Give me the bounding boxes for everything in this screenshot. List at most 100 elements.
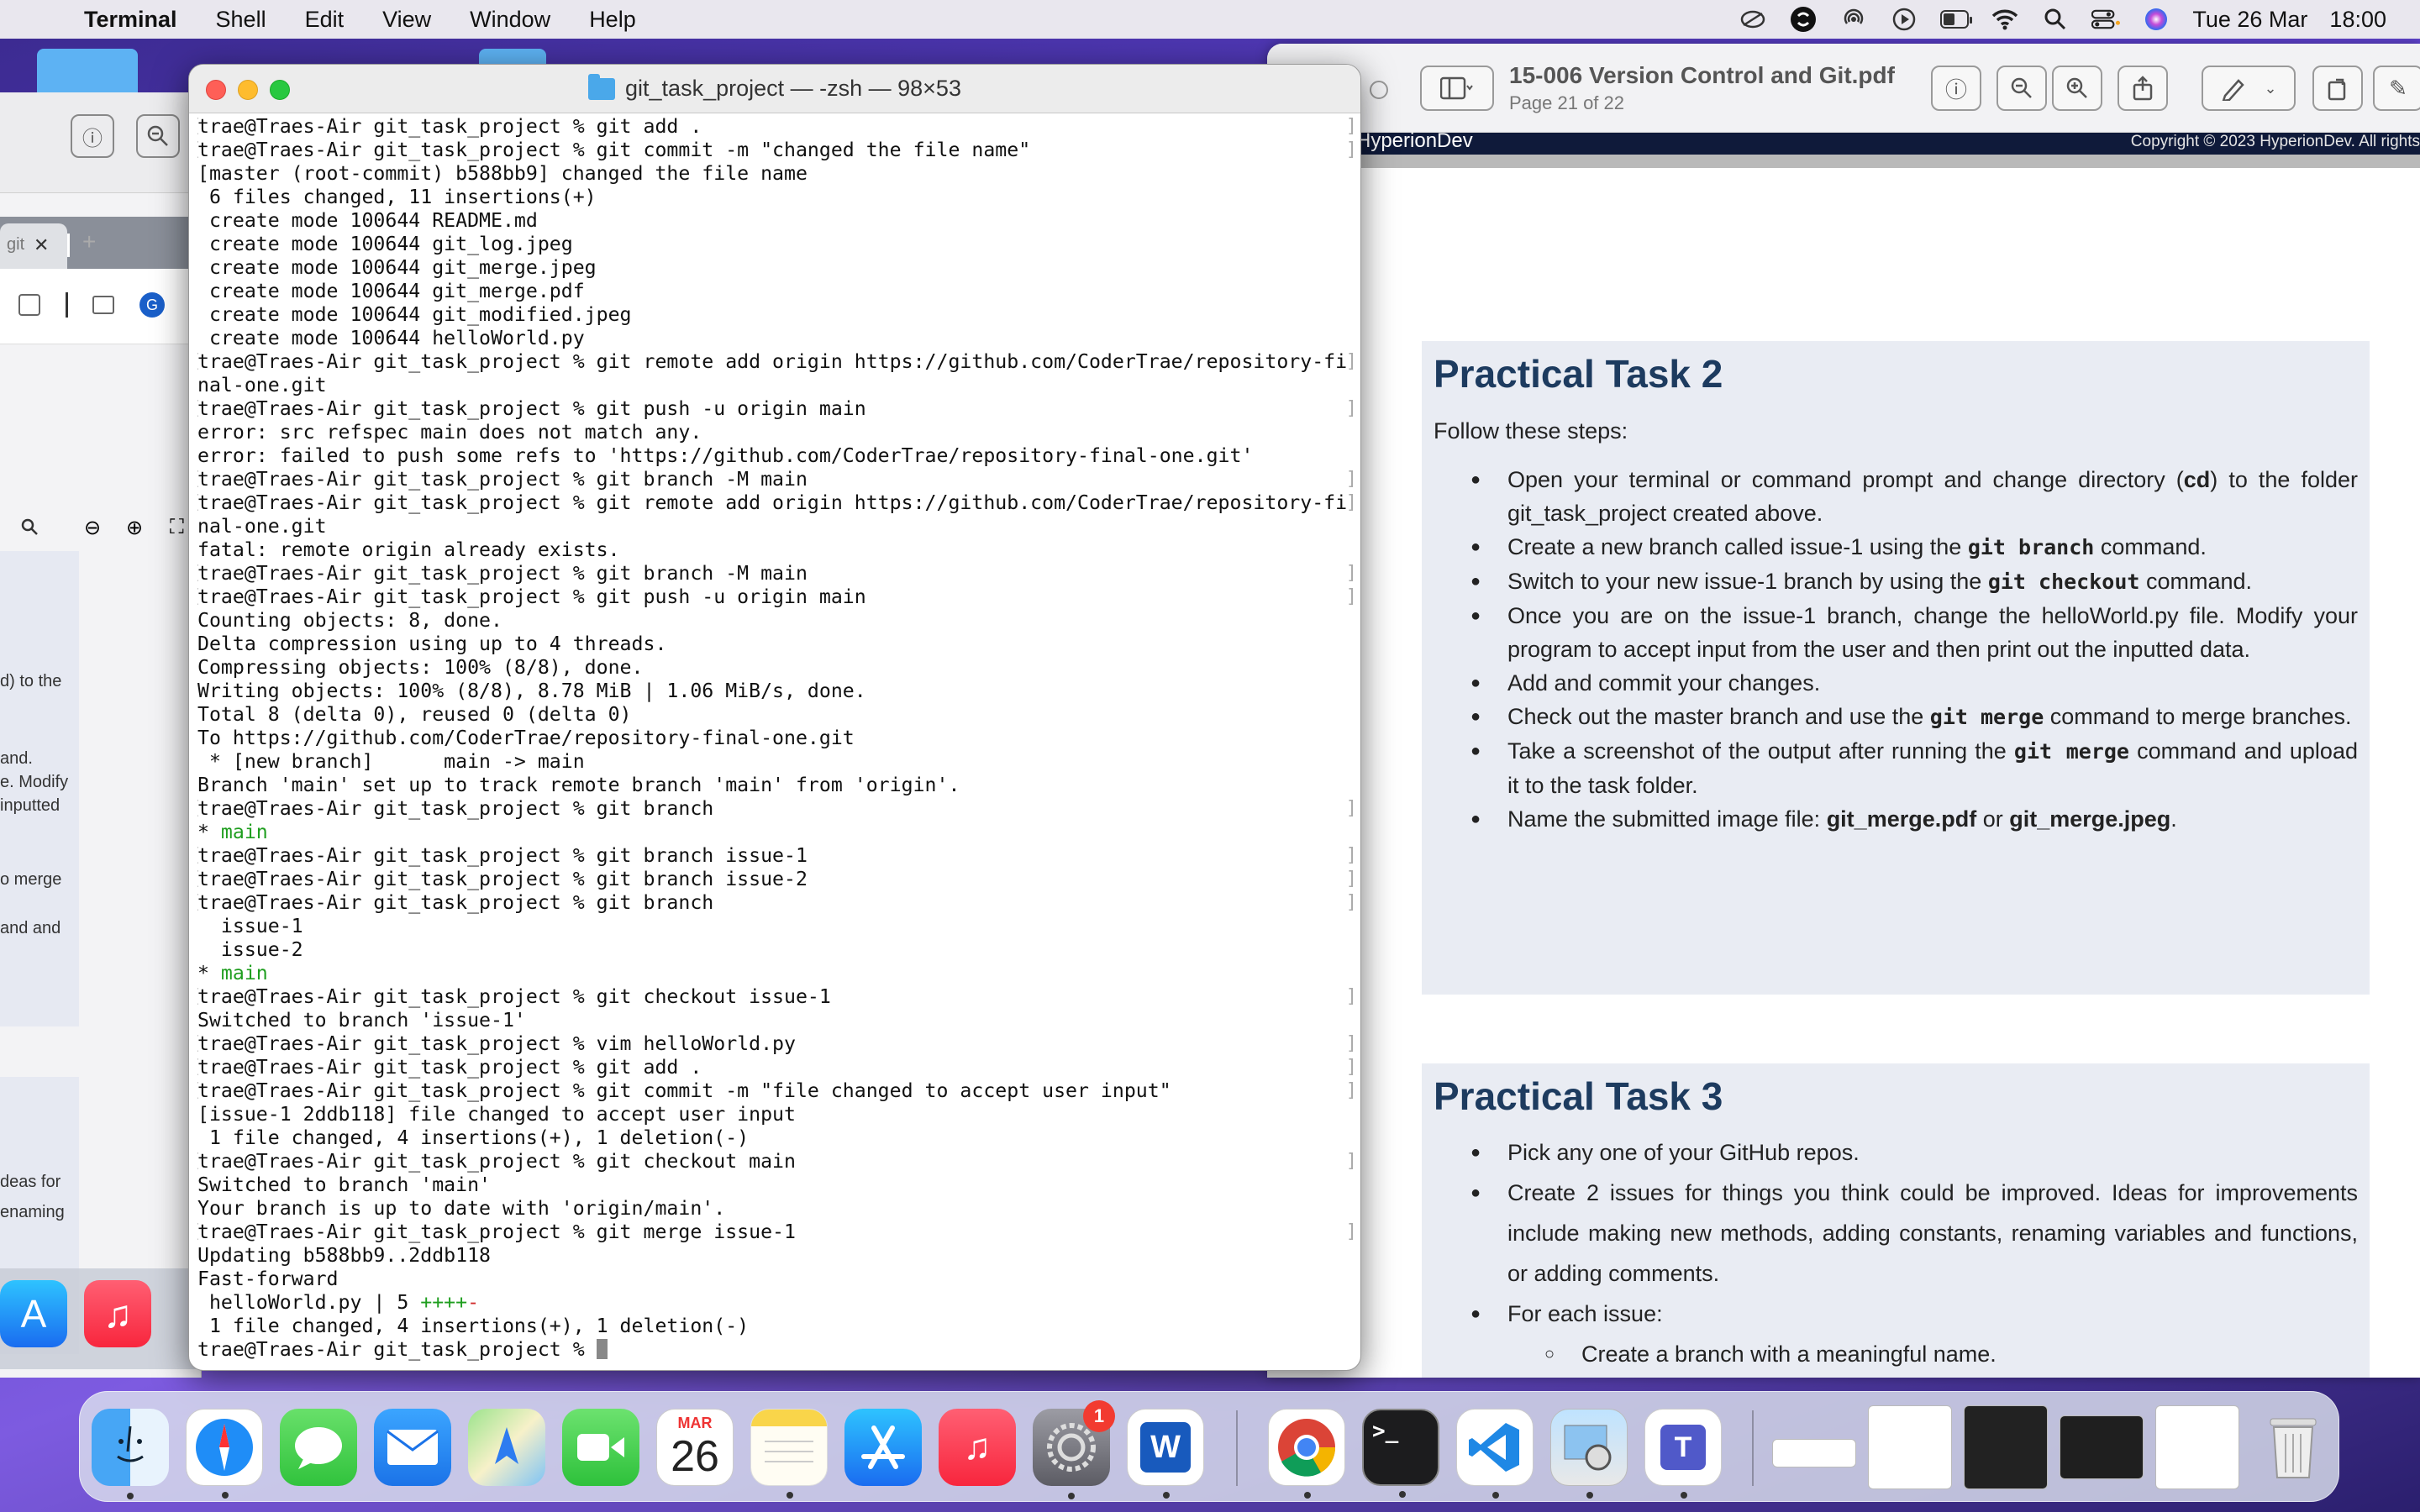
terminal-output-line: Your branch is up to date with 'origin/m… [197,1197,726,1220]
background-browser-window: ⓘ git ✕ + G ⊖ ⊕ ⛶ d) to the and. e. Modif… [0,92,202,1378]
toolbar-divider [66,292,68,318]
notification-badge: 1 [1083,1400,1115,1432]
now-playing-icon[interactable] [1890,7,1918,32]
system-settings-icon[interactable]: 1 [1033,1400,1115,1499]
menu-shell[interactable]: Shell [216,7,266,33]
extensions-icon[interactable] [18,294,40,316]
doc-fragment: inputted [0,796,60,815]
list-item: For each issue: [1434,1294,2358,1334]
facetime-icon[interactable] [562,1409,639,1486]
control-center-icon[interactable] [2091,7,2121,32]
terminal-output-line: create mode 100644 helloWorld.py [197,327,585,349]
finder-icon[interactable] [92,1409,169,1499]
profile-avatar[interactable]: G [139,292,165,318]
share-icon[interactable] [2118,66,2168,111]
zoom-in-icon[interactable] [2052,66,2102,111]
screen-mirror-icon[interactable] [1739,7,1767,32]
messages-icon[interactable] [280,1409,357,1486]
terminal-output[interactable]: trae@Traes-Air git_task_project % git ad… [189,113,1360,1370]
list-item: Take a screenshot of the output after ru… [1434,734,2358,802]
siri-icon[interactable] [2142,7,2170,32]
music-icon[interactable]: ♫ [84,1280,151,1347]
app-status-icon[interactable] [1789,7,1818,32]
app-store-icon[interactable]: A [0,1280,67,1347]
list-item: Once you are on the issue-1 branch, chan… [1434,599,2358,666]
preview-app-icon[interactable] [1550,1409,1628,1499]
desktop-folder-icon[interactable] [37,49,138,99]
terminal-titlebar[interactable]: git_task_project — -zsh — 98×53 [189,65,1360,113]
list-item: Check out the master branch and use the … [1434,700,2358,734]
calendar-icon[interactable]: MAR 26 [656,1409,734,1486]
terminal-command-line: trae@Traes-Air git_task_project % vim he… [197,1032,1354,1056]
highlight-icon[interactable]: ✎ [2373,66,2420,111]
menubar-date[interactable]: Tue 26 Mar [2192,7,2307,33]
menu-help[interactable]: Help [589,7,636,33]
close-button[interactable] [206,80,226,100]
markup-icon[interactable]: ⌄ [2202,66,2296,111]
doc-fragment: e. Modify [0,773,69,791]
info-icon[interactable]: ⓘ [1931,66,1981,111]
chrome-icon[interactable] [1268,1409,1345,1499]
chevron-down-icon[interactable]: ⌄ [2264,80,2276,97]
safari-icon[interactable] [186,1409,263,1499]
terminal-output-line: Updating b588bb9..2ddb118 [197,1244,492,1267]
browser-tab[interactable]: git ✕ [0,223,67,269]
terminal-app-icon[interactable]: >_ [1362,1409,1439,1498]
battery-icon[interactable] [1940,7,1973,32]
close-icon[interactable]: ✕ [34,234,49,256]
zoom-out-icon[interactable] [1996,66,2047,111]
copyright-text: Copyright © 2023 HyperionDev. All rights [2130,133,2420,150]
zoom-in-icon[interactable]: ⊕ [126,516,143,540]
menu-window[interactable]: Window [470,7,550,33]
search-icon[interactable] [20,517,39,541]
word-icon[interactable]: W [1127,1409,1204,1499]
pdf-toolbar: ⊖ ⊕ ⛶ [0,512,202,546]
zoom-out-icon[interactable] [136,114,180,158]
terminal-command-line: trae@Traes-Air git_task_project % git re… [197,491,1354,515]
text-cursor [596,1339,608,1359]
minimized-window-thumbnail[interactable] [2155,1405,2239,1489]
zoom-button[interactable] [270,80,290,100]
doc-fragment: d) to the [0,672,62,690]
spotlight-search-icon[interactable] [2041,7,2070,32]
page-indicator: Page 21 of 22 [1509,92,1625,113]
rotate-icon[interactable] [2312,66,2363,111]
vscode-icon[interactable] [1456,1409,1534,1499]
info-icon[interactable]: ⓘ [71,114,114,158]
new-tab-icon[interactable]: + [82,228,96,255]
terminal-output-line: issue-1 [197,915,303,937]
sidebar-toggle-icon[interactable] [1420,66,1494,111]
teams-icon[interactable]: T [1644,1409,1722,1499]
trash-icon[interactable] [2254,1409,2332,1486]
menubar-time[interactable]: 18:00 [2329,7,2386,33]
terminal-output-line: fatal: remote origin already exists. [197,538,620,561]
terminal-output-line: [master (root-commit) b588bb9] changed t… [197,162,808,185]
maps-icon[interactable] [468,1409,545,1486]
menu-edit[interactable]: Edit [305,7,345,33]
zoom-out-icon[interactable]: ⊖ [84,516,101,540]
music-icon[interactable]: ♫ [939,1409,1016,1486]
fullscreen-icon[interactable]: ⛶ [170,516,184,539]
app-store-icon[interactable] [844,1409,922,1486]
terminal-output-line: Delta compression using up to 4 threads. [197,633,667,655]
doc-fragment: and and [0,919,61,937]
list-item: Switch to your new issue-1 branch by usi… [1434,564,2358,599]
minimized-window-thumbnail[interactable] [1772,1439,1856,1467]
terminal-window[interactable]: git_task_project — -zsh — 98×53 trae@Tra… [188,64,1361,1371]
menu-app-terminal[interactable]: Terminal [84,7,177,33]
window-control-icon[interactable] [1370,81,1388,99]
notes-icon[interactable] [750,1409,828,1499]
minimize-button[interactable] [238,80,258,100]
wifi-icon[interactable] [1991,7,2019,32]
mail-icon[interactable] [374,1409,451,1486]
airdrop-icon[interactable] [1839,7,1868,32]
minimized-window-thumbnail[interactable] [1868,1405,1952,1489]
terminal-output-line: create mode 100644 git_modified.jpeg [197,303,632,326]
minimized-window-thumbnail[interactable] [2060,1415,2144,1479]
brand-name: HyperionDev [1356,129,1473,152]
terminal-output-line: Counting objects: 8, done. [197,609,502,632]
task-3-heading: Practical Task 3 [1434,1074,1723,1118]
menu-view[interactable]: View [382,7,431,33]
sidebar-icon[interactable] [92,296,114,314]
minimized-window-thumbnail[interactable] [1964,1405,2048,1489]
